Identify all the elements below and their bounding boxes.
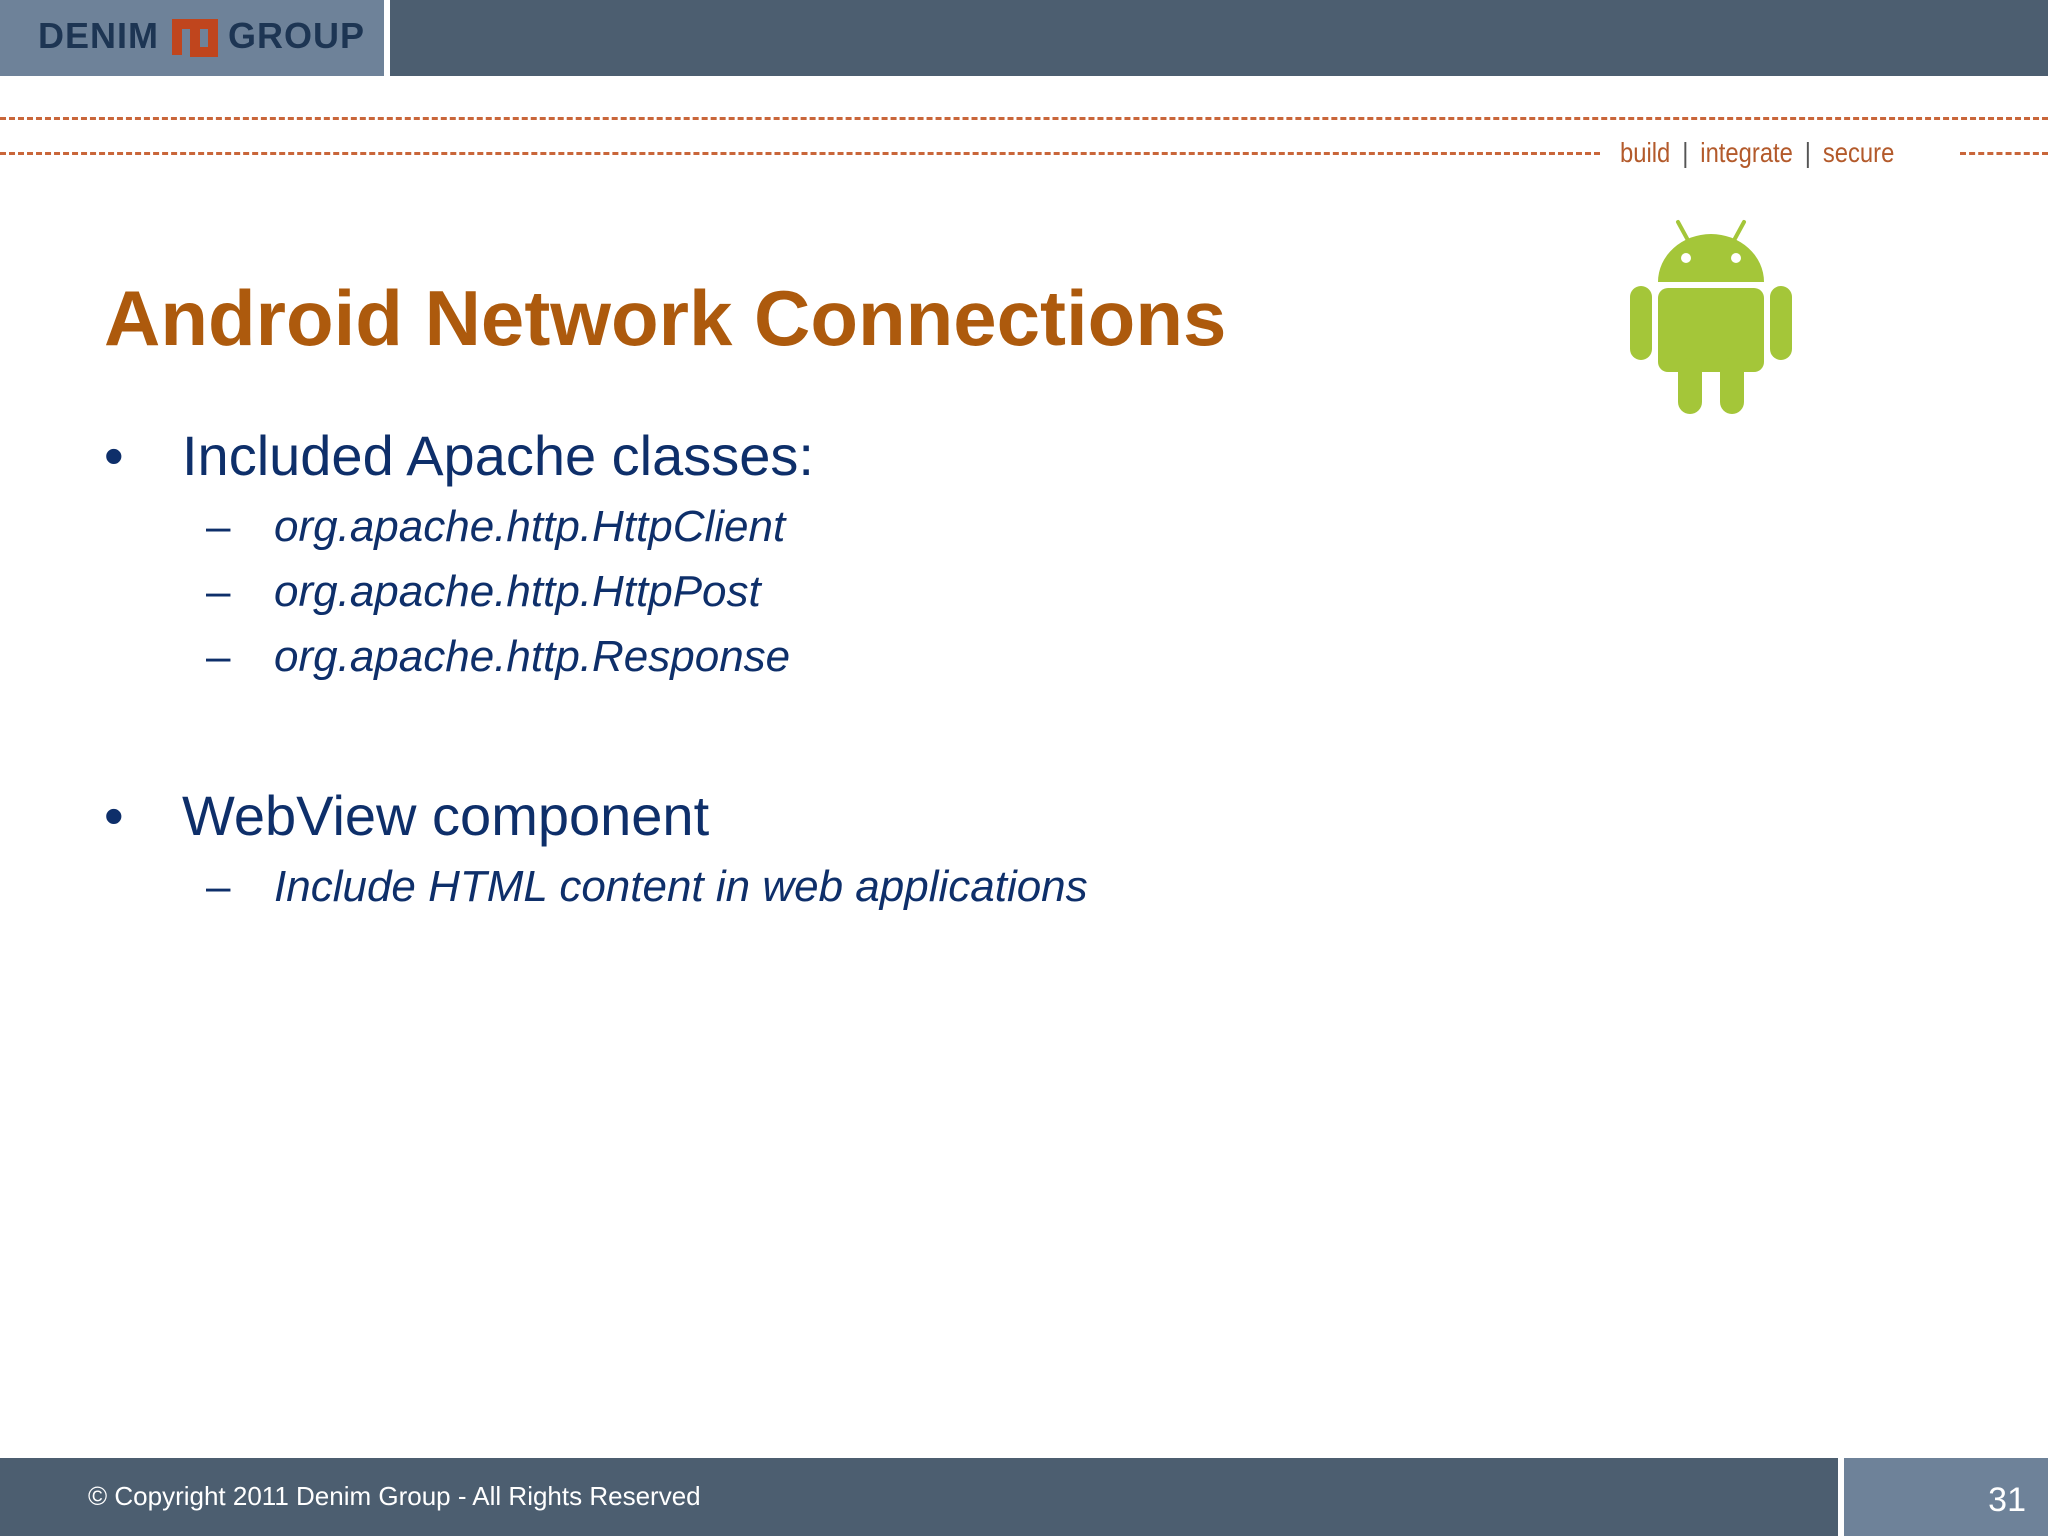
decorative-dashed-line bbox=[0, 152, 1600, 155]
bullet-text: Included Apache classes: bbox=[182, 424, 814, 487]
bullet-marker: • bbox=[104, 424, 124, 487]
logo-group-text: GROUP bbox=[228, 15, 366, 56]
tagline-separator: | bbox=[1682, 137, 1689, 168]
decorative-dashed-line bbox=[0, 117, 2048, 120]
sub-bullet-text: org.apache.http.HttpPost bbox=[274, 567, 761, 616]
page-number: 31 bbox=[1988, 1481, 2026, 1519]
footer-copyright: © Copyright 2011 Denim Group - All Right… bbox=[88, 1481, 701, 1511]
tagline-separator: | bbox=[1804, 137, 1811, 168]
sub-bullet-marker: – bbox=[206, 567, 231, 616]
sub-bullet-text: org.apache.http.Response bbox=[274, 632, 791, 681]
slide-title: Android Network Connections bbox=[104, 274, 1227, 362]
tagline-secure: secure bbox=[1822, 137, 1895, 168]
android-robot-icon bbox=[1630, 220, 1792, 414]
bullet-marker: • bbox=[104, 784, 124, 847]
sub-bullet-marker: – bbox=[206, 502, 231, 551]
decorative-dashed-line bbox=[1960, 152, 2048, 155]
sub-bullet-marker: – bbox=[206, 632, 231, 681]
tagline-integrate: integrate bbox=[1700, 137, 1793, 168]
sub-bullet-text: org.apache.http.HttpClient bbox=[274, 502, 786, 551]
denim-group-logo-icon bbox=[172, 19, 218, 57]
tagline: build | integrate | secure bbox=[1620, 133, 1894, 173]
bullet-text: WebView component bbox=[182, 784, 710, 847]
tagline-build: build bbox=[1620, 137, 1671, 168]
logo-denim-text: DENIM bbox=[38, 15, 159, 56]
sub-bullet-marker: – bbox=[206, 862, 231, 911]
sub-bullet-text: Include HTML content in web applications bbox=[274, 862, 1088, 911]
